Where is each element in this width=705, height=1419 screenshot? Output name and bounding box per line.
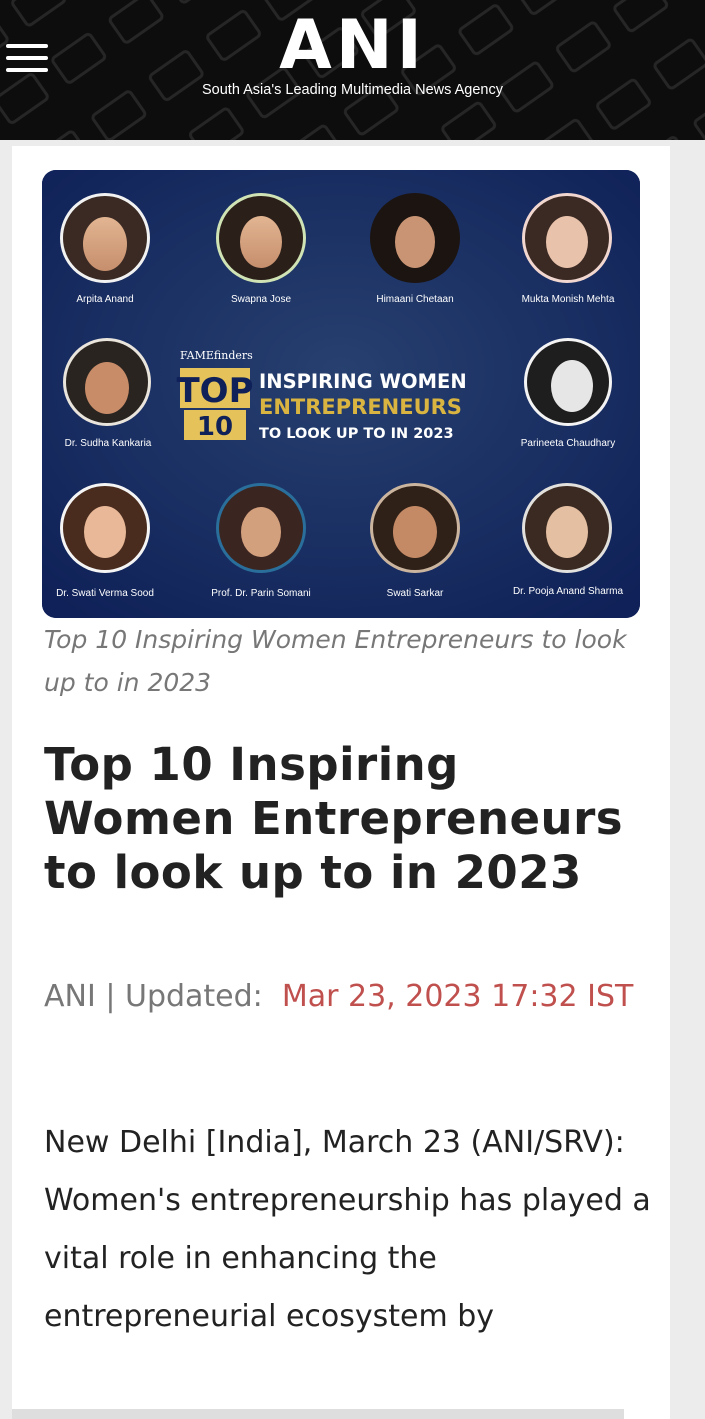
portrait-sudha [63, 338, 151, 426]
article-body: New Delhi [India], March 23 (ANI/SRV): W… [44, 1125, 651, 1334]
portrait-parineeta [524, 338, 612, 426]
person-name: Prof. Dr. Parin Somani [211, 588, 310, 599]
person-name: Dr. Pooja Anand Sharma [513, 586, 624, 597]
bottom-scroll-bar [12, 1409, 624, 1419]
person-name: Arpita Anand [76, 294, 133, 305]
hero-number-text: 10 [197, 412, 233, 442]
site-logo[interactable]: ANI [0, 10, 705, 82]
article-byline: ANI | Updated: Mar 23, 2023 17:32 IST [44, 968, 644, 1026]
person-name: Himaani Chetaan [376, 294, 453, 305]
article-hero-image[interactable]: Arpita Anand Swapna Jose Himaani Chetaan… [42, 170, 640, 618]
hero-top-text: TOP [176, 371, 253, 411]
portrait-swapna [216, 193, 306, 283]
portrait-arpita [60, 193, 150, 283]
portrait-swati-sarkar [370, 483, 460, 573]
person-name: Dr. Swati Verma Sood [56, 588, 154, 599]
article-card: Arpita Anand Swapna Jose Himaani Chetaan… [12, 146, 670, 1419]
person-name: Mukta Monish Mehta [522, 294, 615, 305]
hero-headline-3: TO LOOK UP TO IN 2023 [259, 426, 454, 442]
portrait-parin [216, 483, 306, 573]
portrait-swati-verma [60, 483, 150, 573]
person-name: Swati Sarkar [387, 588, 444, 599]
image-caption: Top 10 Inspiring Women Entrepreneurs to … [44, 625, 627, 697]
site-tagline: South Asia's Leading Multimedia News Age… [202, 82, 503, 98]
person-name: Swapna Jose [231, 294, 291, 305]
article-date: Mar 23, 2023 17:32 IST [281, 979, 634, 1014]
article-title: Top 10 Inspiring Women Entrepreneurs to … [44, 738, 624, 899]
person-name: Dr. Sudha Kankaria [65, 438, 152, 449]
site-header: ANI South Asia's Leading Multimedia News… [0, 0, 705, 140]
hero-brand: FAMEfinders [180, 349, 253, 362]
portrait-himaani [370, 193, 460, 283]
hero-headline-2: ENTREPRENEURS [259, 395, 462, 419]
hero-headline-1: INSPIRING WOMEN [259, 370, 467, 393]
byline-source: ANI | Updated: [44, 979, 263, 1014]
portrait-mukta [522, 193, 612, 283]
person-name: Parineeta Chaudhary [521, 438, 616, 449]
hero-graphic: Arpita Anand Swapna Jose Himaani Chetaan… [42, 170, 640, 618]
portrait-pooja [522, 483, 612, 573]
